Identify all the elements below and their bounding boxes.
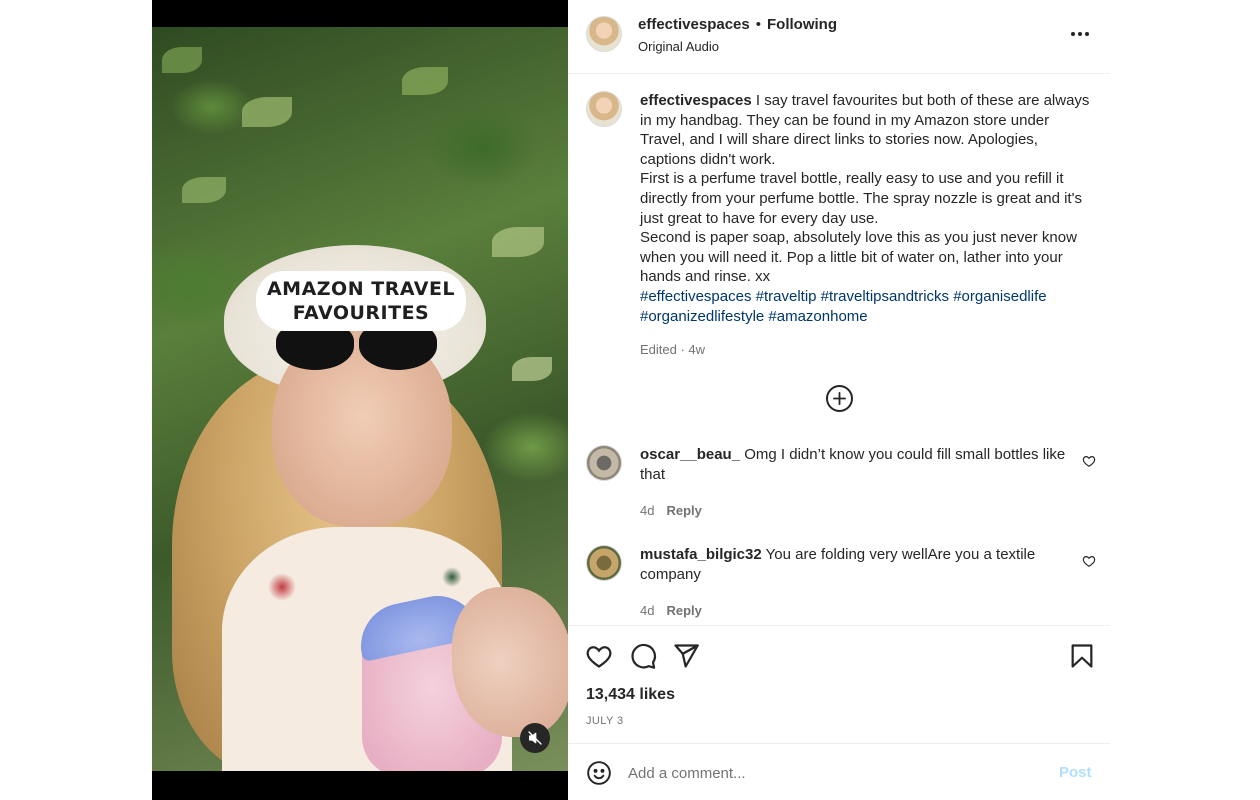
foliage xyxy=(512,357,552,381)
video-person-hand xyxy=(452,587,568,737)
more-options-button[interactable] xyxy=(1068,24,1092,44)
video-text-overlay: AMAZON TRAVEL FAVOURITES xyxy=(256,271,466,331)
foliage xyxy=(402,67,448,95)
comment-meta: 4d Reply xyxy=(640,503,702,518)
load-more-comments-button[interactable] xyxy=(826,385,853,412)
more-horizontal-icon xyxy=(1085,32,1089,36)
comment-meta: 4d Reply xyxy=(640,603,702,618)
post-header: effectivespaces • Following Original Audio xyxy=(568,0,1110,74)
caption-username[interactable]: effectivespaces xyxy=(640,92,752,109)
foliage xyxy=(182,177,226,203)
bookmark-icon[interactable] xyxy=(1068,642,1096,670)
reply-button[interactable]: Reply xyxy=(666,503,701,518)
post-media[interactable]: AMAZON TRAVEL FAVOURITES xyxy=(152,0,568,800)
audio-link[interactable]: Original Audio xyxy=(638,39,719,54)
post-actions: 13,434 likes JULY 3 xyxy=(568,625,1110,743)
author-username[interactable]: effectivespaces xyxy=(638,16,750,33)
foliage xyxy=(492,227,544,257)
following-button[interactable]: Following xyxy=(767,16,837,33)
avatar[interactable] xyxy=(586,445,622,481)
comment-age: 4d xyxy=(640,603,655,618)
video-frame[interactable]: AMAZON TRAVEL FAVOURITES xyxy=(152,27,568,771)
foliage xyxy=(162,47,202,73)
caption-paragraph: Second is paper soap, absolutely love th… xyxy=(640,229,1077,286)
likes-count[interactable]: 13,434 likes xyxy=(586,686,675,704)
comment-item: oscar__beau_ Omg I didn’t know you could… xyxy=(586,445,1096,525)
avatar[interactable] xyxy=(586,16,622,52)
post-caption: effectivespaces I say travel favourites … xyxy=(640,91,1090,326)
paper-plane-icon[interactable] xyxy=(672,642,700,670)
comment-input[interactable] xyxy=(628,762,1028,784)
header-user-line: effectivespaces • Following xyxy=(638,16,837,33)
heart-icon[interactable] xyxy=(585,642,613,670)
heart-icon[interactable] xyxy=(1082,454,1096,468)
caption-paragraph: First is a perfume travel bottle, really… xyxy=(640,170,1082,227)
foliage xyxy=(242,97,292,127)
muted-speaker-icon xyxy=(528,731,542,745)
plus-circle-icon xyxy=(833,392,846,405)
comment-bubble-icon[interactable] xyxy=(629,642,657,670)
post-details-panel: effectivespaces • Following Original Audio… xyxy=(568,0,1110,800)
comment-username[interactable]: oscar__beau_ xyxy=(640,446,740,463)
add-comment-bar: Post xyxy=(568,743,1110,800)
comment-username[interactable]: mustafa_bilgic32 xyxy=(640,546,762,563)
mute-button[interactable] xyxy=(520,723,550,753)
emoji-smile-icon[interactable] xyxy=(586,760,612,786)
avatar[interactable] xyxy=(586,91,622,127)
separator-dot: • xyxy=(755,16,762,33)
more-horizontal-icon xyxy=(1078,32,1082,36)
post-button[interactable]: Post xyxy=(1059,764,1092,781)
caption-hashtags[interactable]: #effectivespaces #traveltip #traveltipsa… xyxy=(640,287,1090,326)
reply-button[interactable]: Reply xyxy=(666,603,701,618)
comment-text: oscar__beau_ Omg I didn’t know you could… xyxy=(640,445,1070,484)
caption-meta: Edited · 4w xyxy=(640,342,706,357)
more-horizontal-icon xyxy=(1071,32,1075,36)
comment-item: mustafa_bilgic32 You are folding very we… xyxy=(586,545,1096,625)
heart-icon[interactable] xyxy=(1082,554,1096,568)
post-date: JULY 3 xyxy=(586,715,624,727)
avatar[interactable] xyxy=(586,545,622,581)
comment-text: mustafa_bilgic32 You are folding very we… xyxy=(640,545,1070,584)
comment-age: 4d xyxy=(640,503,655,518)
